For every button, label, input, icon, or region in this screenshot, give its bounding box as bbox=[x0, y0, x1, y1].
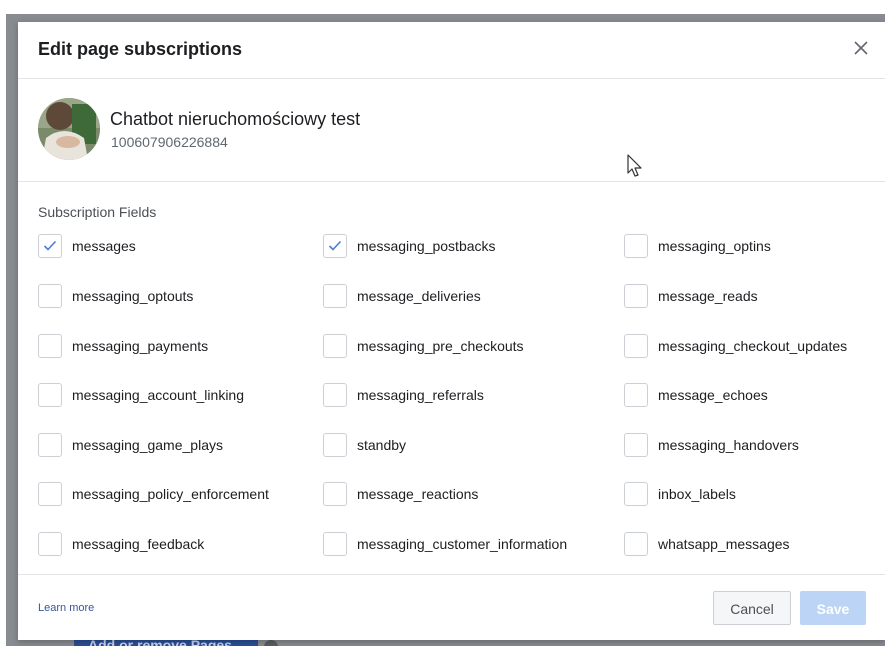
subscription-field[interactable]: message_echoes bbox=[624, 382, 768, 408]
checkbox[interactable] bbox=[624, 383, 648, 407]
subscription-field[interactable]: messages bbox=[38, 233, 136, 259]
subscription-field-label: messaging_checkout_updates bbox=[658, 338, 848, 354]
checkbox[interactable] bbox=[323, 482, 347, 506]
checkbox[interactable] bbox=[624, 284, 648, 308]
page-avatar bbox=[38, 98, 100, 160]
subscription-field-label: messaging_policy_enforcement bbox=[72, 486, 269, 502]
checkbox[interactable] bbox=[624, 234, 648, 258]
subscription-field-label: standby bbox=[357, 437, 407, 453]
subscription-field-label: messaging_optouts bbox=[72, 288, 194, 304]
subscription-field-label: inbox_labels bbox=[658, 486, 736, 502]
checkbox[interactable] bbox=[323, 284, 347, 308]
subscription-field[interactable]: messaging_customer_information bbox=[323, 531, 567, 557]
subscription-field[interactable]: messaging_game_plays bbox=[38, 432, 223, 458]
subscription-field[interactable]: messaging_referrals bbox=[323, 382, 484, 408]
subscription-field-label: messaging_account_linking bbox=[72, 387, 244, 403]
subscription-field-label: whatsapp_messages bbox=[658, 536, 790, 552]
checkbox[interactable] bbox=[323, 433, 347, 457]
subscription-field[interactable]: messaging_handovers bbox=[624, 432, 799, 458]
subscription-fields-label: Subscription Fields bbox=[38, 204, 157, 220]
subscription-field-label: messages bbox=[72, 238, 136, 254]
subscription-field-label: messaging_pre_checkouts bbox=[357, 338, 524, 354]
subscription-field-label: messaging_payments bbox=[72, 338, 209, 354]
subscription-field[interactable]: messaging_feedback bbox=[38, 531, 204, 557]
checkbox[interactable] bbox=[38, 532, 62, 556]
subscription-field[interactable]: messaging_checkout_updates bbox=[624, 333, 847, 359]
checkbox[interactable] bbox=[38, 284, 62, 308]
checkbox[interactable] bbox=[624, 334, 648, 358]
subscription-field-label: message_reactions bbox=[357, 486, 479, 502]
subscription-field[interactable]: whatsapp_messages bbox=[624, 531, 790, 557]
dialog-footer: Learn more Cancel Save bbox=[18, 574, 885, 641]
checkbox[interactable] bbox=[323, 234, 347, 258]
close-icon[interactable] bbox=[850, 37, 872, 59]
checkbox[interactable] bbox=[624, 532, 648, 556]
subscription-field-label: messaging_handovers bbox=[658, 437, 799, 453]
save-button[interactable]: Save bbox=[800, 591, 866, 625]
subscription-field[interactable]: messaging_optins bbox=[624, 233, 771, 259]
subscription-field[interactable]: messaging_optouts bbox=[38, 283, 193, 309]
page-name: Chatbot nieruchomościowy test bbox=[110, 109, 361, 129]
subscription-field-label: messaging_customer_information bbox=[357, 536, 568, 552]
checkbox[interactable] bbox=[38, 433, 62, 457]
checkbox[interactable] bbox=[323, 532, 347, 556]
background-top bbox=[0, 0, 885, 14]
subscription-field-label: message_reads bbox=[658, 288, 758, 304]
subscription-field[interactable]: standby bbox=[323, 432, 406, 458]
dialog-header: Edit page subscriptions bbox=[18, 22, 885, 79]
subscription-field-label: message_deliveries bbox=[357, 288, 481, 304]
checkbox[interactable] bbox=[38, 334, 62, 358]
mouse-cursor-icon bbox=[626, 153, 644, 179]
subscription-field[interactable]: messaging_account_linking bbox=[38, 382, 244, 408]
subscription-field-label: messaging_optins bbox=[658, 238, 771, 254]
checkbox[interactable] bbox=[38, 383, 62, 407]
cancel-button[interactable]: Cancel bbox=[713, 591, 791, 625]
subscription-field[interactable]: messaging_postbacks bbox=[323, 233, 496, 259]
checkbox[interactable] bbox=[323, 334, 347, 358]
subscription-field[interactable]: message_reactions bbox=[323, 481, 478, 507]
subscription-field[interactable]: messaging_payments bbox=[38, 333, 208, 359]
checkbox[interactable] bbox=[323, 383, 347, 407]
dialog-title: Edit page subscriptions bbox=[38, 39, 243, 59]
page-id: 100607906226884 bbox=[111, 134, 228, 150]
subscription-field-label: message_echoes bbox=[658, 387, 768, 403]
subscription-field[interactable]: inbox_labels bbox=[624, 481, 736, 507]
page-info: Chatbot nieruchomościowy test 1006079062… bbox=[18, 79, 885, 182]
subscription-field-label: messaging_feedback bbox=[72, 536, 205, 552]
edit-subscriptions-dialog: Edit page subscriptions Chatbot nierucho… bbox=[18, 22, 885, 640]
subscription-field-label: messaging_referrals bbox=[357, 387, 484, 403]
checkbox[interactable] bbox=[624, 433, 648, 457]
subscription-field[interactable]: message_reads bbox=[624, 283, 758, 309]
checkbox[interactable] bbox=[38, 234, 62, 258]
learn-more-link[interactable]: Learn more bbox=[38, 602, 94, 614]
checkbox[interactable] bbox=[38, 482, 62, 506]
subscription-field[interactable]: messaging_policy_enforcement bbox=[38, 481, 269, 507]
subscription-field[interactable]: messaging_pre_checkouts bbox=[323, 333, 524, 359]
checkbox[interactable] bbox=[624, 482, 648, 506]
subscription-field-label: messaging_game_plays bbox=[72, 437, 223, 453]
subscription-field-label: messaging_postbacks bbox=[357, 238, 496, 254]
subscription-field[interactable]: message_deliveries bbox=[323, 283, 481, 309]
